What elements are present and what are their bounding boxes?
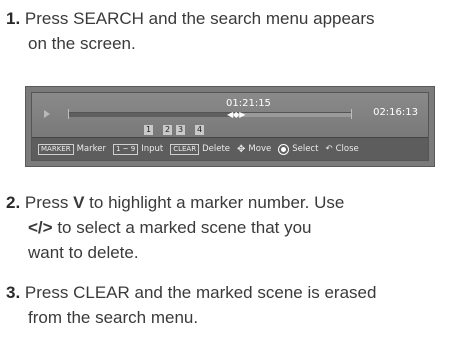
step-text: to select a marked scene that you (52, 218, 312, 237)
timeline-bar (68, 109, 352, 119)
step-3: 3. Press CLEAR and the marked scene is e… (6, 280, 452, 330)
down-key-text: V (73, 193, 85, 212)
back-icon: ↶ (325, 144, 333, 154)
search-menu-screenshot: 01:21:15 ◀◆▶ 02:16:13 1 2 3 4 MARKER Mar… (25, 86, 435, 167)
step-text: want to delete. (28, 243, 139, 262)
step-text: to highlight a marker number. Use (84, 193, 345, 212)
total-time: 02:16:13 (373, 107, 418, 118)
marker-item: 4 (195, 125, 204, 135)
step-text: from the search menu. (28, 308, 199, 327)
marker-item: 1 (144, 125, 153, 135)
step-2: 2. Press V to highlight a marker number.… (6, 190, 452, 265)
step-text: Press CLEAR and the marked scene is eras… (24, 283, 377, 302)
left-right-keys-text: </> (28, 218, 53, 237)
marker-list: 1 2 3 4 (144, 125, 204, 135)
step-text: Press SEARCH and the search menu appears (24, 9, 375, 28)
step-text: on the screen. (28, 34, 136, 53)
step-1: 1. Press SEARCH and the search menu appe… (6, 6, 452, 56)
select-label: Select (292, 144, 319, 154)
marker-key-icon: MARKER (38, 143, 74, 155)
step-number: 2. (6, 193, 21, 212)
move-arrows-icon: ✥ (237, 143, 246, 155)
step-number: 1. (6, 9, 21, 28)
timeline-progress (68, 113, 230, 117)
marker-item: 3 (176, 125, 185, 135)
marker-label: Marker (76, 144, 106, 154)
input-label: Input (141, 144, 164, 154)
marker-item: 2 (163, 125, 172, 135)
number-keys-icon: 1 ~ 9 (112, 143, 139, 155)
current-time: 01:21:15 (226, 98, 271, 109)
step-number: 3. (6, 283, 21, 302)
delete-label: Delete (202, 144, 231, 154)
play-icon (44, 110, 50, 118)
close-label: Close (335, 144, 359, 154)
button-guide-bar: MARKER Marker 1 ~ 9 Input CLEAR Delete ✥… (32, 137, 428, 160)
timeline-tick (68, 109, 69, 119)
timeline-tick (351, 109, 352, 119)
select-icon (278, 143, 290, 155)
step-text: Press (24, 193, 74, 212)
move-label: Move (248, 144, 272, 154)
position-arrows-icon: ◀◆▶ (227, 110, 246, 119)
clear-key-icon: CLEAR (170, 143, 200, 155)
